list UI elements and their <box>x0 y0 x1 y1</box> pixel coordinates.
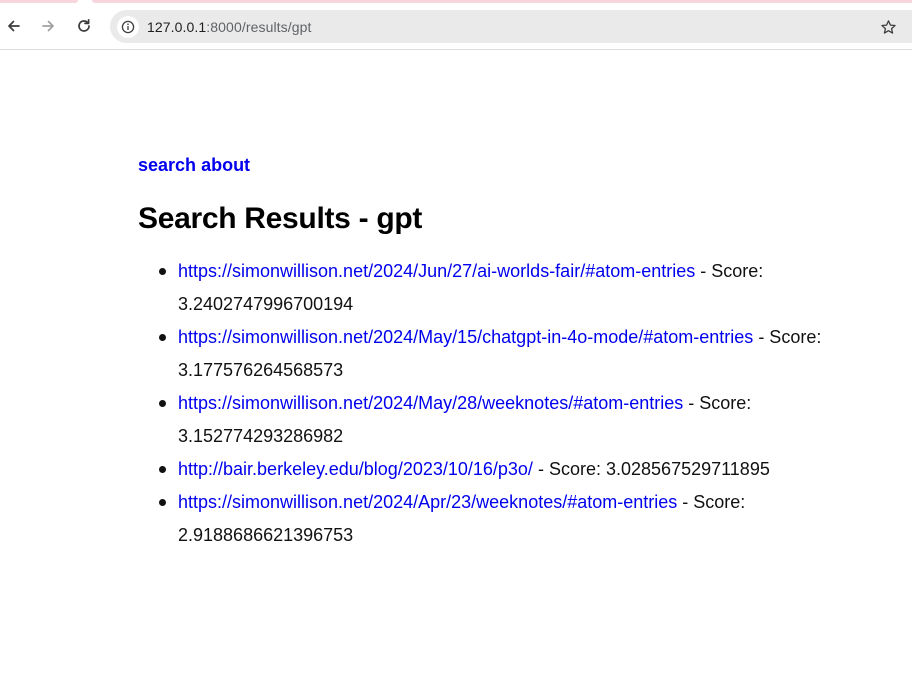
tab-strip-edge <box>0 0 78 3</box>
result-link[interactable]: https://simonwillison.net/2024/Jun/27/ai… <box>178 261 695 281</box>
result-item: http://bair.berkeley.edu/blog/2023/10/16… <box>159 453 898 486</box>
forward-arrow-icon <box>42 20 54 32</box>
result-item: https://simonwillison.net/2024/May/15/ch… <box>159 321 898 387</box>
info-icon <box>121 20 135 33</box>
result-link[interactable]: https://simonwillison.net/2024/May/15/ch… <box>178 327 753 347</box>
nav-about-link[interactable]: about <box>201 155 250 175</box>
result-item: https://simonwillison.net/2024/Apr/23/we… <box>159 486 898 552</box>
bookmark-button[interactable] <box>878 17 898 37</box>
result-item: https://simonwillison.net/2024/Jun/27/ai… <box>159 255 898 321</box>
address-bar[interactable]: 127.0.0.1:8000/results/gpt <box>110 10 912 43</box>
back-arrow-icon <box>8 20 20 32</box>
result-item: https://simonwillison.net/2024/May/28/we… <box>159 387 898 453</box>
score-label: - Score: <box>688 393 752 413</box>
back-button[interactable] <box>0 12 28 40</box>
page-title: Search Results - gpt <box>138 202 423 235</box>
score-value: 3.152774293286982 <box>178 426 344 446</box>
reload-icon <box>78 18 90 32</box>
url-path: :8000/results/gpt <box>206 18 312 35</box>
score-label: - Score: <box>700 261 764 281</box>
site-info-button[interactable] <box>117 15 139 38</box>
score-value: 3.2402747996700194 <box>178 294 354 314</box>
score-value: 2.9188686621396753 <box>178 525 354 545</box>
result-link[interactable]: http://bair.berkeley.edu/blog/2023/10/16… <box>178 459 533 479</box>
top-nav: search about <box>138 155 250 176</box>
tab-strip-edge <box>92 0 912 3</box>
score-label: - Score: <box>758 327 822 347</box>
score-value: 3.028567529711895 <box>606 459 770 479</box>
score-label: - Score: <box>537 459 601 479</box>
score-label: - Score: <box>682 492 746 512</box>
nav-search-link[interactable]: search <box>138 155 196 175</box>
result-link[interactable]: https://simonwillison.net/2024/May/28/we… <box>178 393 683 413</box>
browser-toolbar: 127.0.0.1:8000/results/gpt <box>0 0 912 50</box>
results-list: https://simonwillison.net/2024/Jun/27/ai… <box>159 255 898 552</box>
url-host: 127.0.0.1 <box>147 18 207 35</box>
url-text[interactable]: 127.0.0.1:8000/results/gpt <box>147 19 312 35</box>
forward-button[interactable] <box>34 12 62 40</box>
score-value: 3.177576264568573 <box>178 360 344 380</box>
result-link[interactable]: https://simonwillison.net/2024/Apr/23/we… <box>178 492 677 512</box>
reload-button[interactable] <box>70 12 98 40</box>
star-icon <box>880 19 896 34</box>
